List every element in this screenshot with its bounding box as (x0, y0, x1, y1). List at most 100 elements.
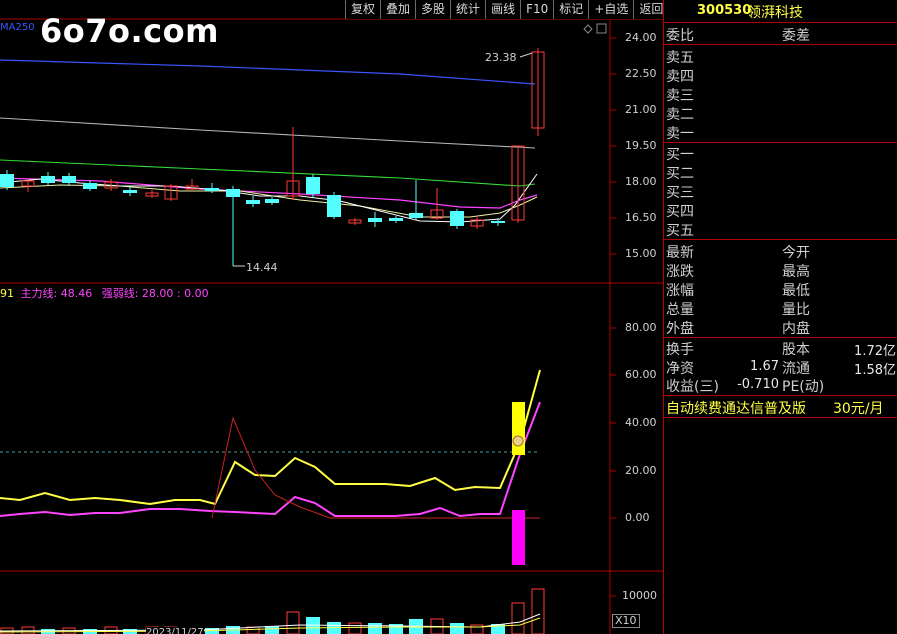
candle-body (450, 211, 464, 226)
sell-2-label: 卖二 (666, 107, 694, 123)
toolbar-button-add-watchlist[interactable]: +自选 (588, 0, 634, 19)
indicator-prefix: 91 (0, 287, 14, 300)
toolbar-button-draw-line[interactable]: 画线 (485, 0, 521, 19)
strength-line (0, 369, 541, 506)
stock-name: 领湃科技 (747, 5, 803, 21)
toolbar-button-statistics[interactable]: 统计 (450, 0, 486, 19)
ad-banner-price[interactable]: 30元/月 (833, 398, 884, 418)
low-label: 最低 (782, 283, 810, 299)
toolbar-button-overlay[interactable]: 叠加 (380, 0, 416, 19)
candle-body (226, 189, 240, 197)
volume-bar (286, 611, 300, 634)
watermark-logo: 6o7o.com (40, 12, 219, 50)
outer-volume-label: 外盘 (666, 321, 694, 337)
open-label: 今开 (782, 245, 810, 261)
candle-body (327, 195, 341, 217)
main-line-label: 主力线: 48.46 (20, 287, 93, 300)
sell-5-label: 卖五 (666, 50, 694, 66)
high-price-annotation: 23.38 (485, 51, 517, 64)
high-label: 最高 (782, 264, 810, 280)
buy-3-label: 买三 (666, 185, 694, 201)
candle-body (83, 183, 97, 189)
sell-3-label: 卖三 (666, 88, 694, 104)
price-tick: 15.00 (625, 247, 657, 260)
candle-body (265, 199, 279, 203)
candle-body (491, 221, 505, 223)
turnover-label: 换手 (666, 342, 694, 358)
total-volume-label: 总量 (666, 302, 694, 318)
indicator-tick: 40.00 (625, 416, 657, 429)
candle-body (246, 200, 260, 204)
indicator-tick: 60.00 (625, 368, 657, 381)
pct-change-label: 涨幅 (666, 283, 694, 299)
ma120-line (0, 117, 536, 149)
inner-volume-label: 内盘 (782, 321, 810, 337)
candle-body (41, 176, 55, 183)
signal-line (211, 416, 540, 519)
order-ratio-label: 委比 (666, 28, 694, 44)
candle-body (123, 190, 137, 193)
price-tick: 21.00 (625, 103, 657, 116)
volume-bar (348, 622, 362, 634)
candle-body (306, 177, 320, 194)
volume-bar (265, 626, 279, 634)
buy-4-label: 买四 (666, 204, 694, 220)
volume-unit-badge: X10 (612, 614, 640, 628)
sell-4-label: 卖四 (666, 69, 694, 85)
buy-5-label: 买五 (666, 223, 694, 239)
indicator-legend: 91 主力线: 48.46 强弱线: 28.00 : 0.00 (0, 285, 209, 301)
candle-body (368, 218, 382, 222)
float-value: 1.58亿 (854, 363, 896, 378)
volume-tick: 10000 (622, 589, 657, 602)
strength-line-label: 强弱线: 28.00 : 0.00 (101, 287, 209, 300)
volume-bar (531, 588, 545, 634)
toolbar-button-multi-stock[interactable]: 多股 (415, 0, 451, 19)
candle-body (62, 176, 76, 183)
indicator-tick: 0.00 (625, 511, 650, 524)
net-assets-value: 1.67 (750, 359, 779, 374)
chart-area[interactable] (0, 0, 663, 634)
buy-1-label: 买一 (666, 147, 694, 163)
share-capital-label: 股本 (782, 342, 810, 358)
price-tick: 19.50 (625, 139, 657, 152)
candle-body (389, 218, 403, 221)
volume-ratio-label: 量比 (782, 302, 810, 318)
volume-bar (368, 623, 382, 634)
price-tick: 22.50 (625, 67, 657, 80)
signal-bar-yellow (512, 402, 525, 455)
sell-1-label: 卖一 (666, 126, 694, 142)
latest-label: 最新 (666, 245, 694, 261)
high-pointer (519, 52, 533, 58)
window-icon (596, 23, 607, 34)
price-tick: 16.50 (625, 211, 657, 224)
indicator-tick: 80.00 (625, 321, 657, 334)
share-capital-value: 1.72亿 (854, 344, 896, 359)
buy-2-label: 买二 (666, 166, 694, 182)
change-label: 涨跌 (666, 264, 694, 280)
net-assets-label: 净资 (666, 361, 694, 377)
price-tick: 24.00 (625, 31, 657, 44)
candle-body (409, 213, 423, 218)
eps-label: 收益(三) (666, 379, 719, 395)
stock-code: 300530 (697, 3, 752, 18)
price-tick: 18.00 (625, 175, 657, 188)
toolbar-button-mark[interactable]: 标记 (553, 0, 589, 19)
order-diff-label: 委差 (782, 28, 810, 44)
volume-bar (450, 623, 464, 634)
eps-value: -0.710 (737, 377, 779, 392)
top-toolbar: 复权 叠加 多股 统计 画线 F10 标记 +自选 返回 (345, 0, 669, 19)
date-label: 2023/11/27 (146, 627, 204, 634)
float-label: 流通 (782, 361, 810, 377)
signal-bar-magenta (512, 510, 525, 565)
pe-label: PE(动) (782, 379, 825, 395)
candle-body (205, 188, 219, 191)
toolbar-button-f10[interactable]: F10 (520, 0, 554, 19)
low-price-annotation: 14.44 (246, 261, 278, 274)
coin-icon (512, 435, 524, 447)
toolbar-button-restore-rights[interactable]: 复权 (345, 0, 381, 19)
quote-panel: 300530 领湃科技 委比 委差 卖五 卖四 卖三 卖二 卖一 买一 买二 买… (663, 0, 897, 634)
ad-banner-text[interactable]: 自动续费通达信普及版 (666, 398, 806, 418)
ma250-line (0, 59, 536, 85)
candle-body (0, 174, 14, 187)
ma60-line (0, 159, 536, 187)
